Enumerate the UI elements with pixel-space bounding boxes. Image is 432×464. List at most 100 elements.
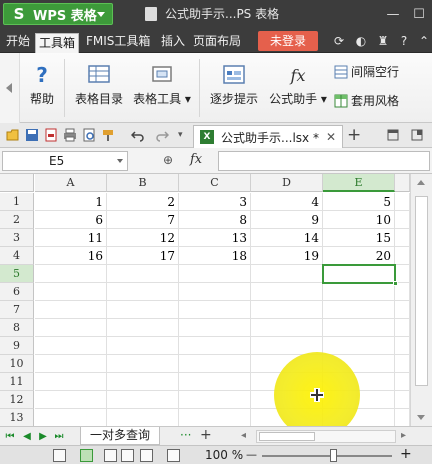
grid-cell[interactable] bbox=[35, 391, 107, 409]
scroll-down-icon[interactable] bbox=[417, 415, 425, 420]
collapse-icon[interactable]: ⌃ bbox=[417, 34, 431, 48]
grid-cell[interactable]: 10 bbox=[323, 211, 395, 229]
grid-cell[interactable] bbox=[323, 319, 395, 337]
grid-cell[interactable] bbox=[323, 283, 395, 301]
grid-cell[interactable] bbox=[179, 391, 251, 409]
grid-cell[interactable] bbox=[179, 265, 251, 283]
grid-cell[interactable] bbox=[107, 301, 179, 319]
row-header[interactable]: 2 bbox=[0, 211, 34, 229]
grid-cell[interactable] bbox=[395, 391, 410, 409]
row-header[interactable]: 12 bbox=[0, 391, 34, 409]
scroll-right-icon[interactable]: ▸ bbox=[401, 430, 406, 441]
grid-cell[interactable] bbox=[107, 265, 179, 283]
save-icon[interactable] bbox=[25, 128, 39, 142]
formula-input[interactable] bbox=[218, 151, 430, 171]
grid-cell[interactable] bbox=[395, 355, 410, 373]
login-button[interactable]: 未登录 bbox=[258, 31, 318, 51]
grid-cell[interactable] bbox=[107, 391, 179, 409]
zoom-out-icon[interactable]: — bbox=[246, 448, 257, 461]
redo-icon[interactable] bbox=[155, 128, 169, 142]
column-header-e[interactable]: E bbox=[323, 174, 395, 192]
grid-cell[interactable] bbox=[179, 355, 251, 373]
grid-cell[interactable] bbox=[395, 211, 410, 229]
interval-fill-button[interactable]: 间隔空行 bbox=[334, 63, 399, 80]
ribbon-scroll-left[interactable] bbox=[0, 53, 20, 123]
scroll-up-icon[interactable] bbox=[417, 180, 425, 185]
maximize-icon[interactable]: ☐ bbox=[406, 0, 432, 28]
preview-icon[interactable] bbox=[82, 128, 96, 142]
grid-cell[interactable] bbox=[35, 409, 107, 426]
more-icon[interactable]: ▾ bbox=[178, 128, 192, 142]
fill-handle[interactable] bbox=[393, 281, 398, 286]
restore-icon[interactable] bbox=[386, 128, 400, 142]
grid-cell[interactable] bbox=[395, 229, 410, 247]
row-header[interactable]: 9 bbox=[0, 337, 34, 355]
grid-cell[interactable] bbox=[107, 337, 179, 355]
grid-cell[interactable]: 4 bbox=[251, 193, 323, 211]
grid-cell[interactable]: 2 bbox=[107, 193, 179, 211]
grid-cell[interactable] bbox=[35, 337, 107, 355]
grid-cell[interactable] bbox=[179, 301, 251, 319]
zoom-lookup-icon[interactable]: ⊕ bbox=[163, 153, 173, 167]
column-header-d[interactable]: D bbox=[251, 174, 323, 192]
grid-cell[interactable]: 7 bbox=[107, 211, 179, 229]
grid-cell[interactable]: 3 bbox=[179, 193, 251, 211]
grid-cell[interactable] bbox=[251, 283, 323, 301]
menu-item-page-layout[interactable]: 页面布局 bbox=[190, 32, 244, 51]
next-sheet-icon[interactable]: ▶ bbox=[38, 431, 48, 442]
menu-item-fmis-toolbox[interactable]: FMIS工具箱 bbox=[83, 32, 153, 51]
grid-cell[interactable] bbox=[395, 247, 410, 265]
step-hint-button[interactable]: 逐步提示 bbox=[206, 63, 262, 107]
grid-cell[interactable] bbox=[251, 265, 323, 283]
grid-cell[interactable]: 20 bbox=[323, 247, 395, 265]
grid-cell[interactable]: 16 bbox=[35, 247, 107, 265]
grid-cell[interactable]: 8 bbox=[179, 211, 251, 229]
grid-cell[interactable]: 9 bbox=[251, 211, 323, 229]
grid-cell[interactable]: 15 bbox=[323, 229, 395, 247]
zoom-slider-knob[interactable] bbox=[330, 449, 337, 462]
grid-cell[interactable] bbox=[35, 373, 107, 391]
new-tab-icon[interactable]: + bbox=[347, 125, 361, 145]
grid-cell[interactable] bbox=[35, 283, 107, 301]
more-sheets-icon[interactable]: ··· bbox=[180, 428, 191, 442]
grid-cell[interactable] bbox=[35, 265, 107, 283]
fullscreen-icon[interactable] bbox=[167, 449, 180, 462]
grid-cell[interactable] bbox=[323, 301, 395, 319]
grid-cell[interactable] bbox=[395, 319, 410, 337]
grid-cell[interactable]: 18 bbox=[179, 247, 251, 265]
sheet-tab[interactable]: 一对多查询 bbox=[80, 427, 160, 445]
column-header-c[interactable]: C bbox=[179, 174, 251, 192]
menu-item-home[interactable]: 开始 bbox=[3, 32, 33, 51]
minimize-icon[interactable]: — bbox=[380, 0, 406, 28]
horizontal-scroll-thumb[interactable] bbox=[259, 432, 315, 441]
scroll-left-icon[interactable]: ◂ bbox=[241, 430, 246, 441]
first-sheet-icon[interactable]: ⏮ bbox=[5, 431, 15, 442]
row-header[interactable]: 4 bbox=[0, 247, 34, 265]
grid-cell[interactable] bbox=[395, 301, 410, 319]
row-header[interactable]: 13 bbox=[0, 409, 34, 426]
grid-cell[interactable]: 17 bbox=[107, 247, 179, 265]
grid-cell[interactable] bbox=[35, 355, 107, 373]
fx-icon[interactable]: fx bbox=[190, 152, 202, 167]
grid-cell[interactable] bbox=[395, 409, 410, 426]
grid-cell[interactable]: 1 bbox=[35, 193, 107, 211]
shirt-icon[interactable]: ♜ bbox=[376, 34, 390, 48]
row-header[interactable]: 8 bbox=[0, 319, 34, 337]
grid-cell[interactable] bbox=[395, 337, 410, 355]
grid-cell[interactable]: 11 bbox=[35, 229, 107, 247]
window-icon[interactable] bbox=[410, 128, 424, 142]
table-toc-button[interactable]: 表格目录 bbox=[72, 63, 126, 107]
active-cell-e5[interactable] bbox=[322, 264, 398, 286]
grid-cell[interactable] bbox=[251, 319, 323, 337]
horizontal-scrollbar[interactable] bbox=[256, 430, 396, 443]
grid-cell[interactable]: 13 bbox=[179, 229, 251, 247]
menu-item-toolbox[interactable]: 工具箱 bbox=[35, 33, 80, 53]
column-header-f[interactable] bbox=[395, 174, 410, 192]
grid-cell[interactable] bbox=[179, 283, 251, 301]
grid-cell[interactable] bbox=[179, 409, 251, 426]
vertical-scrollbar[interactable] bbox=[410, 174, 432, 426]
grid-cell[interactable] bbox=[395, 373, 410, 391]
row-header[interactable]: 3 bbox=[0, 229, 34, 247]
help-button[interactable]: ? 帮助 bbox=[27, 63, 57, 107]
column-header-a[interactable]: A bbox=[35, 174, 107, 192]
